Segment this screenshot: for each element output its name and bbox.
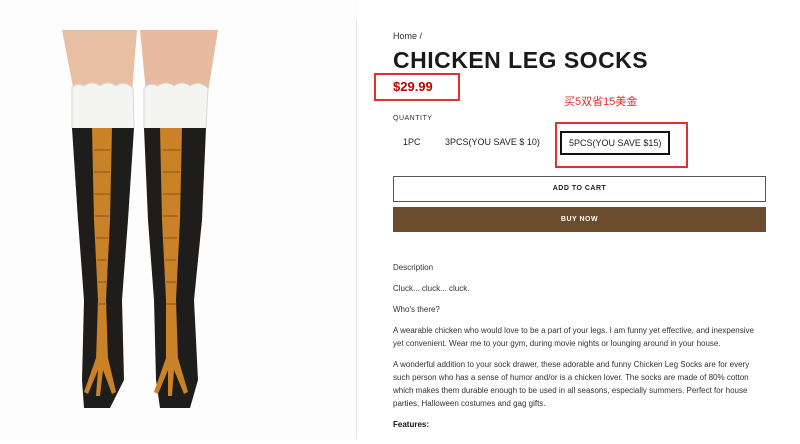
divider [356,20,357,439]
product-title: CHICKEN LEG SOCKS [393,47,649,73]
product-description: Description Cluck... cluck... cluck. Who… [393,261,765,439]
add-to-cart-button[interactable]: ADD TO CART [393,176,766,202]
option-1pc[interactable]: 1PC [403,137,421,147]
description-line: Cluck... cluck... cluck. [393,284,470,293]
option-5pcs[interactable]: 5PCS(YOU SAVE $15) [560,131,671,155]
quantity-label: QUANTITY [393,115,433,122]
product-image[interactable] [0,0,357,439]
option-3pcs[interactable]: 3PCS(YOU SAVE $ 10) [445,137,540,147]
features-heading: Features: [393,420,430,429]
description-paragraph: A wearable chicken who would love to be … [393,326,754,348]
chicken-leg-socks-photo [62,30,218,408]
description-line: Who's there? [393,305,440,314]
promo-annotation: 买5双省15美金 [564,96,638,108]
breadcrumb[interactable]: Home / [393,31,422,41]
description-paragraph: A wonderful addition to your sock drawer… [393,360,750,408]
description-heading: Description [393,263,434,272]
buy-now-button[interactable]: BUY NOW [393,207,766,232]
product-price: $29.99 [393,79,433,94]
